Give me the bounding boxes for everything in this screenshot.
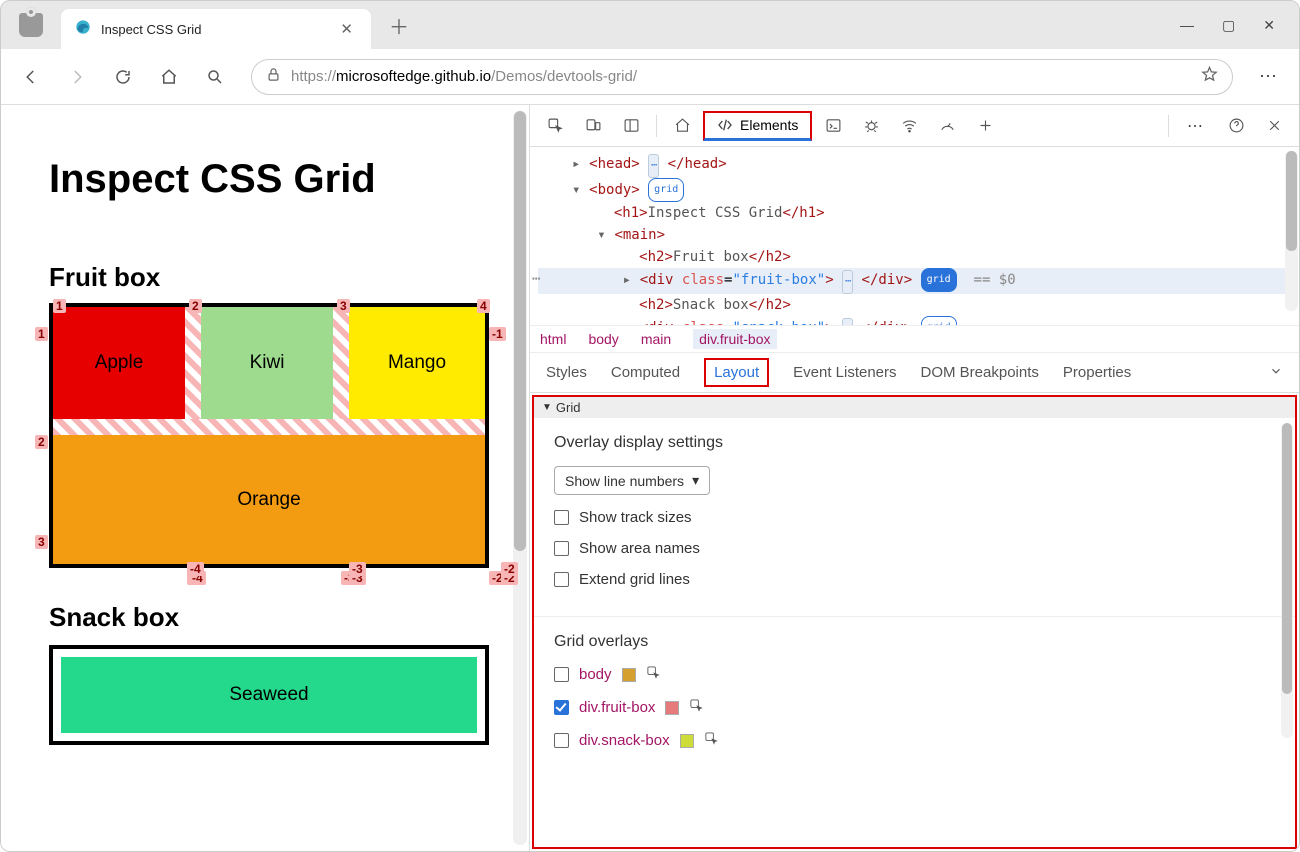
page-scrollbar[interactable]: [513, 111, 527, 845]
overlay-body-label: body: [579, 666, 612, 683]
fruit-grid: Apple Kiwi Mango Orange: [49, 303, 489, 568]
page-title: Inspect CSS Grid: [49, 157, 489, 202]
grid-row-neg1: -1: [489, 327, 506, 341]
tab-event-listeners[interactable]: Event Listeners: [793, 364, 896, 381]
reveal-icon[interactable]: [689, 698, 704, 717]
performance-icon[interactable]: [930, 109, 964, 143]
tab-elements-label: Elements: [740, 117, 798, 133]
layout-scrollbar[interactable]: [1281, 423, 1293, 738]
dom-tree[interactable]: ▸ <head> ⋯ </head> ▾ <body> grid <h1>Ins…: [530, 147, 1299, 325]
close-icon[interactable]: ✕: [1263, 17, 1275, 34]
overlay-body-check[interactable]: [554, 667, 569, 682]
crumb-body[interactable]: body: [588, 331, 618, 347]
reveal-icon[interactable]: [646, 665, 661, 684]
lock-icon: [266, 67, 281, 86]
tab-layout[interactable]: Layout: [704, 358, 769, 387]
tab-elements[interactable]: Elements: [703, 111, 812, 141]
devtools-menu-icon[interactable]: ⋯: [1177, 116, 1215, 136]
label-area-names: Show area names: [579, 540, 700, 557]
new-tab-button[interactable]: ＋: [383, 5, 415, 46]
overlay-snack-swatch[interactable]: [680, 734, 694, 748]
edge-favicon: [75, 19, 91, 40]
forward-button: [57, 57, 97, 97]
tab-styles[interactable]: Styles: [546, 364, 587, 381]
check-area-names[interactable]: [554, 541, 569, 556]
select-value: Show line numbers: [565, 473, 684, 489]
tab-properties[interactable]: Properties: [1063, 364, 1131, 381]
search-button[interactable]: [195, 57, 235, 97]
help-icon[interactable]: [1219, 109, 1253, 143]
cell-apple: Apple: [53, 307, 185, 419]
snack-grid: Seaweed: [49, 645, 489, 745]
cell-seaweed: Seaweed: [61, 657, 477, 733]
home-button[interactable]: [149, 57, 189, 97]
overlay-snack-label: div.snack-box: [579, 732, 670, 749]
check-extend-lines[interactable]: [554, 572, 569, 587]
console-icon[interactable]: [816, 109, 850, 143]
back-button[interactable]: [11, 57, 51, 97]
network-icon[interactable]: [892, 109, 926, 143]
overlay-fruit-check[interactable]: [554, 700, 569, 715]
menu-button[interactable]: ⋯: [1249, 66, 1289, 87]
bneg3: -3: [349, 562, 366, 576]
devtools-close-icon[interactable]: [1257, 109, 1291, 143]
overlay-snack-check[interactable]: [554, 733, 569, 748]
crumb-html[interactable]: html: [540, 331, 566, 347]
grid-row-2: 2: [35, 435, 48, 449]
overlay-settings-title: Overlay display settings: [554, 434, 1275, 452]
overlay-fruit-label: div.fruit-box: [579, 699, 655, 716]
url-text: https://microsoftedge.github.io/Demos/de…: [291, 68, 637, 85]
maximize-icon[interactable]: ▢: [1222, 17, 1235, 34]
refresh-button[interactable]: [103, 57, 143, 97]
fruit-heading: Fruit box: [49, 262, 489, 293]
profile-icon[interactable]: [19, 13, 43, 37]
inspect-icon[interactable]: [538, 109, 572, 143]
line-numbers-select[interactable]: Show line numbers ▾: [554, 466, 710, 495]
browser-tab[interactable]: Inspect CSS Grid ✕: [61, 9, 371, 49]
check-track-sizes[interactable]: [554, 510, 569, 525]
grid-row-1: 1: [35, 327, 48, 341]
grid-col-3: 3: [337, 299, 350, 313]
address-bar[interactable]: https://microsoftedge.github.io/Demos/de…: [251, 59, 1233, 95]
chevron-down-icon[interactable]: [1269, 364, 1283, 382]
bneg4: -4: [187, 562, 204, 576]
favorite-icon[interactable]: [1201, 66, 1218, 87]
grid-col-2: 2: [189, 299, 202, 313]
tab-title: Inspect CSS Grid: [101, 22, 326, 37]
tab-computed[interactable]: Computed: [611, 364, 680, 381]
reveal-icon[interactable]: [704, 731, 719, 750]
welcome-icon[interactable]: [665, 109, 699, 143]
cell-kiwi: Kiwi: [201, 307, 333, 419]
overlay-fruit-swatch[interactable]: [665, 701, 679, 715]
grid-overlays-title: Grid overlays: [554, 633, 1275, 651]
dom-scrollbar[interactable]: [1285, 151, 1298, 311]
panel-icon[interactable]: [614, 109, 648, 143]
bug-icon[interactable]: [854, 109, 888, 143]
grid-row-3: 3: [35, 535, 48, 549]
cell-orange: Orange: [53, 435, 485, 564]
chevron-down-icon: ▾: [692, 472, 699, 489]
overlay-body-swatch[interactable]: [622, 668, 636, 682]
label-extend-lines: Extend grid lines: [579, 571, 690, 588]
add-tab-icon[interactable]: [968, 109, 1002, 143]
grid-col-1: 1: [53, 299, 66, 313]
crumb-fruit-box[interactable]: div.fruit-box: [693, 329, 776, 349]
breadcrumb[interactable]: html body main div.fruit-box: [530, 325, 1299, 353]
device-toggle-icon[interactable]: [576, 109, 610, 143]
label-track-sizes: Show track sizes: [579, 509, 692, 526]
minimize-icon[interactable]: ―: [1180, 17, 1194, 34]
crumb-main[interactable]: main: [641, 331, 671, 347]
tab-close-icon[interactable]: ✕: [336, 20, 357, 38]
cell-mango: Mango: [349, 307, 485, 419]
bneg2: -2: [501, 562, 518, 576]
grid-col-4: 4: [477, 299, 490, 313]
tab-dom-breakpoints[interactable]: DOM Breakpoints: [921, 364, 1039, 381]
snack-heading: Snack box: [49, 602, 489, 633]
layout-grid-header[interactable]: ▼Grid: [534, 397, 1295, 418]
